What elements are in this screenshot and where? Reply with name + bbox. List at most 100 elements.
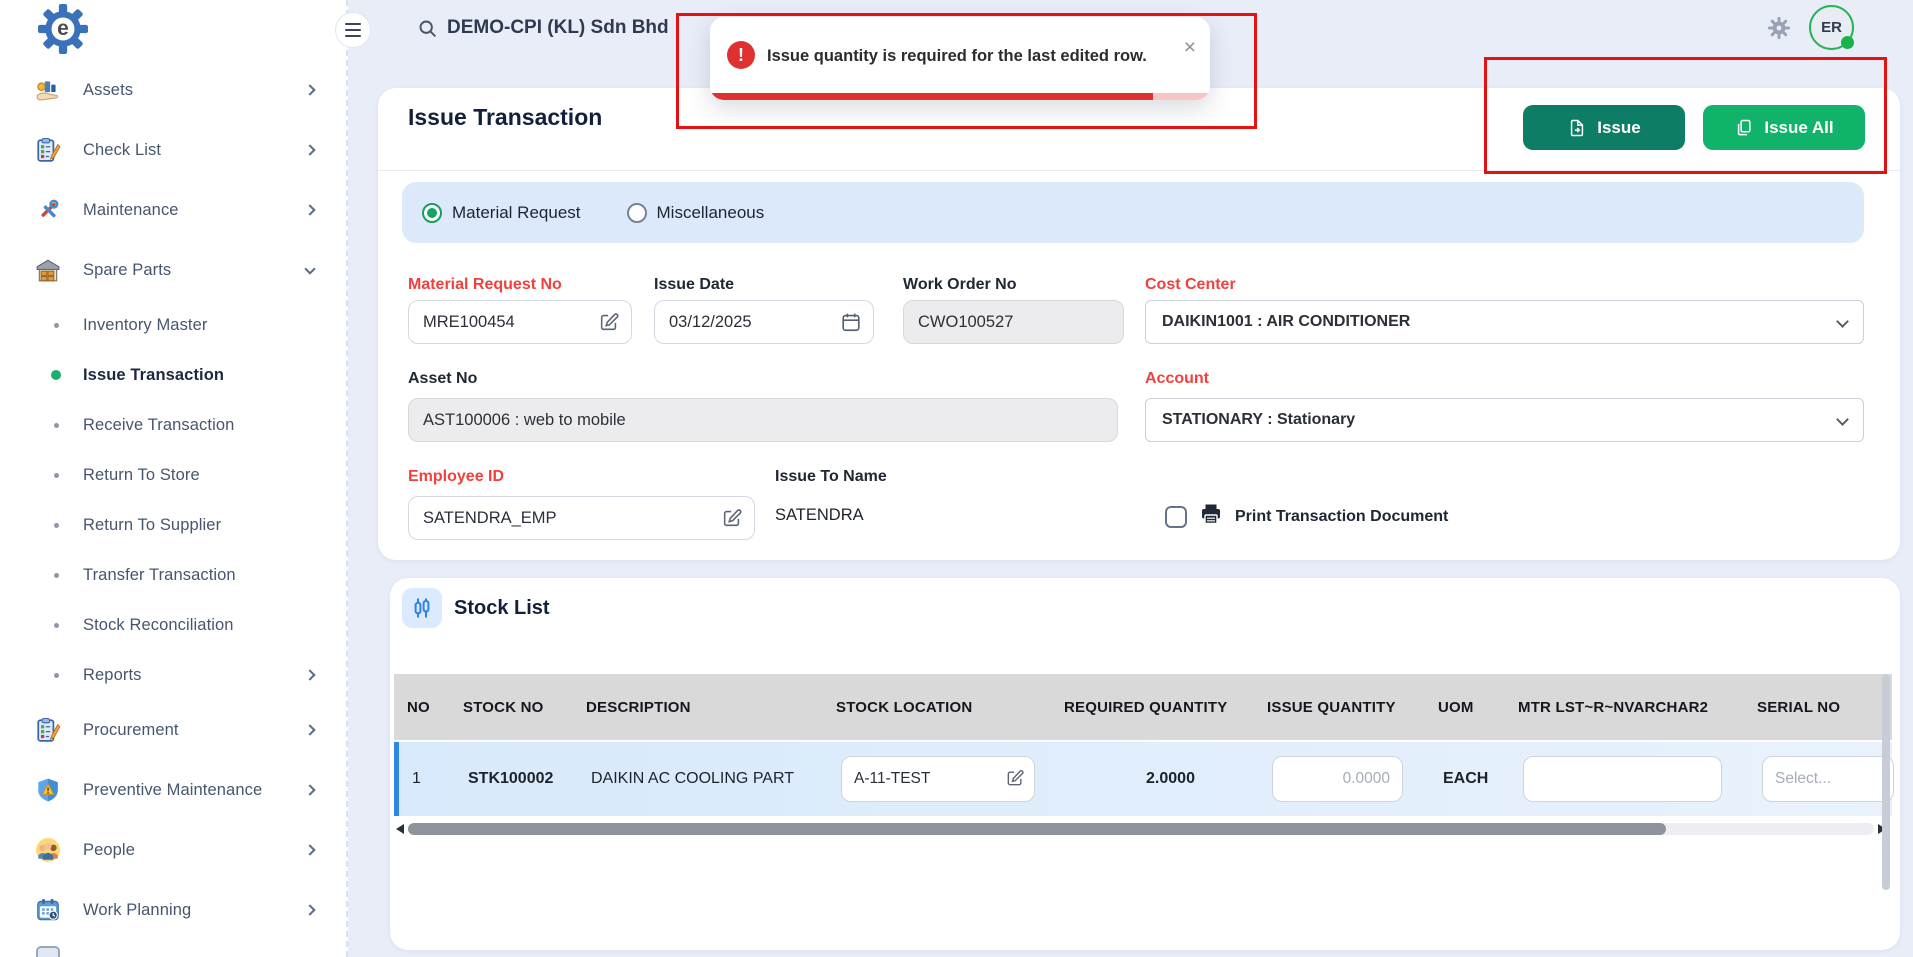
cost-center-label: Cost Center bbox=[1145, 276, 1236, 294]
chevron-right-icon bbox=[304, 669, 315, 680]
sidebar-item-label: Preventive Maintenance bbox=[83, 781, 262, 800]
asset-no-input bbox=[408, 398, 1118, 442]
employee-id-input[interactable] bbox=[408, 496, 755, 540]
chevron-right-icon bbox=[304, 144, 315, 155]
sidebar-subitem-label: Reports bbox=[83, 666, 141, 685]
app-logo[interactable]: e bbox=[38, 4, 88, 54]
col-no: NO bbox=[407, 699, 463, 716]
sidebar-item-maintenance[interactable]: Maintenance bbox=[0, 180, 346, 240]
page-title: Issue Transaction bbox=[408, 104, 602, 131]
sidebar-item-transfer-transaction[interactable]: Transfer Transaction bbox=[0, 550, 346, 600]
col-stock-location: STOCK LOCATION bbox=[836, 699, 1064, 716]
sidebar-item-spare-parts[interactable]: Spare Parts bbox=[0, 240, 346, 300]
stock-list-icon bbox=[402, 588, 442, 628]
sidebar-item-work-planning[interactable]: Work Planning bbox=[0, 880, 346, 940]
settings-gear-icon[interactable] bbox=[1767, 16, 1791, 40]
col-uom: UOM bbox=[1438, 699, 1518, 716]
sidebar-subitem-label: Return To Store bbox=[83, 466, 200, 485]
employee-id-label: Employee ID bbox=[408, 468, 504, 486]
col-mtr-lst: MTR LST~R~NVARCHAR2 bbox=[1518, 699, 1757, 716]
sidebar-item-reports[interactable]: Reports bbox=[0, 650, 346, 700]
radio-selected-icon bbox=[422, 203, 442, 223]
bullet-icon bbox=[54, 623, 59, 628]
material-request-no-label: Material Request No bbox=[408, 276, 562, 294]
cost-center-value: DAIKIN1001 : AIR CONDITIONER bbox=[1162, 313, 1410, 331]
sidebar-subitem-label: Return To Supplier bbox=[83, 516, 221, 535]
sidebar-item-label: Work Planning bbox=[83, 901, 191, 920]
print-document-checkbox[interactable] bbox=[1165, 506, 1187, 528]
row-description: DAIKIN AC COOLING PART bbox=[591, 770, 841, 788]
mtr-lst-input[interactable] bbox=[1523, 756, 1722, 802]
scrollbar-thumb[interactable] bbox=[408, 823, 1666, 835]
bullet-icon bbox=[54, 673, 59, 678]
stock-list-card: Stock List NO STOCK NO DESCRIPTION STOCK… bbox=[390, 578, 1900, 950]
transaction-type-radio-group: Material Request Miscellaneous bbox=[402, 182, 1864, 243]
sidebar-item-procurement[interactable]: Procurement bbox=[0, 700, 346, 760]
avatar-initials: ER bbox=[1821, 19, 1842, 36]
account-value: STATIONARY : Stationary bbox=[1162, 411, 1355, 429]
edit-icon[interactable] bbox=[721, 507, 743, 529]
toast-close-icon[interactable]: × bbox=[1184, 37, 1196, 58]
stock-table-row: 1 STK100002 DAIKIN AC COOLING PART 2.000… bbox=[394, 742, 1892, 816]
sidebar-item-inventory-master[interactable]: Inventory Master bbox=[0, 300, 346, 350]
scroll-left-arrow[interactable] bbox=[396, 824, 404, 834]
checklist-icon bbox=[34, 136, 62, 164]
sidebar-subitem-label: Inventory Master bbox=[83, 316, 207, 335]
procurement-icon bbox=[34, 716, 62, 744]
cost-center-select[interactable]: DAIKIN1001 : AIR CONDITIONER bbox=[1145, 300, 1864, 344]
issue-transaction-card: Issue Transaction Issue Issue All Materi… bbox=[378, 88, 1900, 560]
calendar-clock-icon bbox=[34, 896, 62, 924]
sidebar-subitem-label: Receive Transaction bbox=[83, 416, 234, 435]
sidebar-item-issue-transaction[interactable]: Issue Transaction bbox=[0, 350, 346, 400]
sidebar-item-assets[interactable]: Assets bbox=[0, 60, 346, 120]
sidebar-item-preventive-maintenance[interactable]: Preventive Maintenance bbox=[0, 760, 346, 820]
col-serial-no: SERIAL NO bbox=[1757, 699, 1892, 716]
chevron-right-icon bbox=[304, 784, 315, 795]
chevron-right-icon bbox=[304, 904, 315, 915]
user-avatar[interactable]: ER bbox=[1809, 5, 1854, 50]
edit-icon[interactable] bbox=[1005, 768, 1025, 788]
row-required-quantity: 2.0000 bbox=[1069, 770, 1272, 788]
sidebar-item-return-to-store[interactable]: Return To Store bbox=[0, 450, 346, 500]
sidebar-item-stock-reconciliation[interactable]: Stock Reconciliation bbox=[0, 600, 346, 650]
issue-all-button[interactable]: Issue All bbox=[1703, 105, 1865, 150]
spare-parts-icon bbox=[34, 256, 62, 284]
employee-id-field bbox=[408, 496, 755, 540]
asset-no-label: Asset No bbox=[408, 370, 477, 388]
bullet-icon bbox=[54, 323, 59, 328]
vertical-scrollbar[interactable] bbox=[1882, 674, 1890, 890]
assets-icon bbox=[34, 76, 62, 104]
company-name: DEMO-CPI (KL) Sdn Bhd bbox=[447, 17, 669, 39]
material-request-radio[interactable]: Material Request bbox=[422, 203, 581, 223]
issue-date-label: Issue Date bbox=[654, 276, 734, 294]
sidebar-item-receive-transaction[interactable]: Receive Transaction bbox=[0, 400, 346, 450]
serial-no-select-input[interactable] bbox=[1762, 756, 1894, 802]
print-document-label: Print Transaction Document bbox=[1235, 508, 1448, 526]
edit-icon[interactable] bbox=[598, 311, 620, 333]
sidebar-item-check-list[interactable]: Check List bbox=[0, 120, 346, 180]
row-no: 1 bbox=[412, 770, 468, 788]
miscellaneous-radio[interactable]: Miscellaneous bbox=[627, 203, 765, 223]
toast-message: Issue quantity is required for the last … bbox=[767, 47, 1147, 66]
account-label: Account bbox=[1145, 370, 1209, 388]
sidebar-item-return-to-supplier[interactable]: Return To Supplier bbox=[0, 500, 346, 550]
calendar-icon[interactable] bbox=[840, 311, 862, 333]
chevron-down-icon bbox=[304, 263, 315, 274]
sidebar-item-people[interactable]: People bbox=[0, 820, 346, 880]
chevron-down-icon bbox=[1836, 315, 1849, 328]
toast-progress-track bbox=[710, 93, 1210, 100]
bullet-icon bbox=[54, 573, 59, 578]
bullet-icon bbox=[54, 423, 59, 428]
account-select[interactable]: STATIONARY : Stationary bbox=[1145, 398, 1864, 442]
issue-to-name-value: SATENDRA bbox=[775, 506, 864, 525]
row-uom: EACH bbox=[1443, 770, 1523, 788]
sidebar-item-label: People bbox=[83, 841, 135, 860]
issue-quantity-input[interactable] bbox=[1272, 756, 1403, 802]
chevron-right-icon bbox=[304, 844, 315, 855]
issue-all-button-label: Issue All bbox=[1764, 118, 1833, 138]
search-icon[interactable] bbox=[417, 18, 438, 39]
work-order-no-field bbox=[903, 300, 1124, 344]
sidebar-toggle-button[interactable] bbox=[335, 12, 371, 48]
issue-button[interactable]: Issue bbox=[1523, 105, 1685, 150]
divider bbox=[378, 170, 1900, 171]
